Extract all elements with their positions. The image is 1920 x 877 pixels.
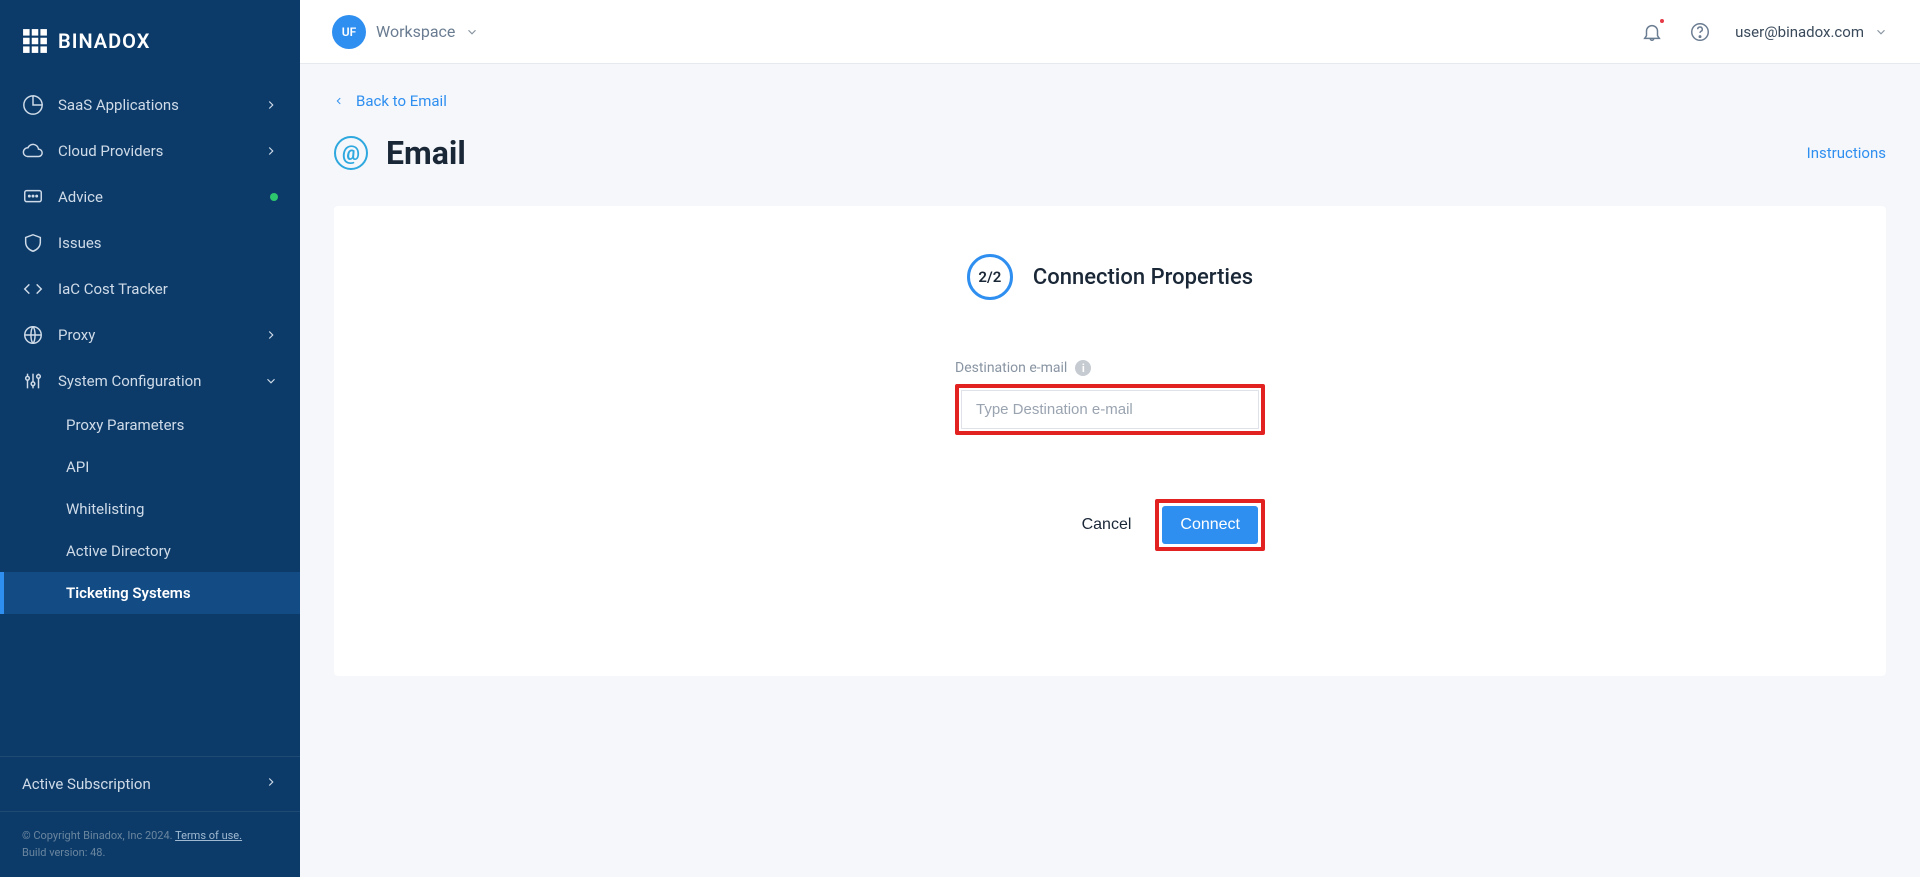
workspace-label: Workspace (376, 22, 455, 41)
sidebar-subitem-active-directory[interactable]: Active Directory (0, 530, 300, 572)
workspace-selector[interactable]: UF Workspace (332, 15, 479, 49)
chevron-down-icon (1874, 25, 1888, 39)
terms-of-use-link[interactable]: Terms of use. (175, 829, 242, 842)
step-header: 2/2 Connection Properties (374, 254, 1846, 300)
sliders-icon (22, 370, 44, 392)
chevron-down-icon (465, 25, 479, 39)
topbar-right: user@binadox.com (1639, 19, 1888, 45)
main: UF Workspace user@binadox.com (300, 0, 1920, 877)
button-highlight-annotation: Connect (1155, 499, 1265, 551)
user-email: user@binadox.com (1735, 23, 1864, 41)
page-header: @ Email Instructions (334, 134, 1886, 172)
brand-name: BINADOX (58, 29, 150, 53)
sidebar-item-label: IaC Cost Tracker (58, 280, 278, 298)
sidebar-item-proxy[interactable]: Proxy (0, 312, 300, 358)
brand-logo[interactable]: BINADOX (0, 0, 300, 82)
input-highlight-annotation (955, 384, 1265, 435)
form-actions: Cancel Connect (955, 499, 1265, 551)
brand-logo-icon (22, 28, 48, 54)
cloud-icon (22, 140, 44, 162)
sidebar-item-label: Issues (58, 234, 278, 252)
connection-form: Destination e-mail i Cancel Connect (955, 360, 1265, 551)
sidebar-item-system-configuration[interactable]: System Configuration (0, 358, 300, 404)
back-link-label: Back to Email (356, 92, 447, 110)
topbar: UF Workspace user@binadox.com (300, 0, 1920, 64)
field-label-text: Destination e-mail (955, 360, 1067, 376)
sidebar-subitem-api[interactable]: API (0, 446, 300, 488)
pie-chart-icon (22, 94, 44, 116)
chevron-right-icon (264, 328, 278, 342)
chevron-right-icon (264, 144, 278, 158)
sidebar-footer-copyright: © Copyright Binadox, Inc 2024. Terms of … (0, 812, 300, 877)
workspace-avatar: UF (332, 15, 366, 49)
sidebar-subitem-ticketing-systems[interactable]: Ticketing Systems (0, 572, 300, 614)
copyright-text: © Copyright Binadox, Inc 2024. (22, 829, 175, 842)
code-icon (22, 278, 44, 300)
chevron-right-icon (264, 98, 278, 112)
sidebar-item-active-subscription[interactable]: Active Subscription (0, 756, 300, 812)
sidebar-subitem-whitelisting[interactable]: Whitelisting (0, 488, 300, 530)
step-title: Connection Properties (1033, 265, 1253, 290)
sidebar-item-label: Proxy (58, 326, 250, 344)
info-icon[interactable]: i (1075, 360, 1091, 376)
step-indicator: 2/2 (967, 254, 1013, 300)
cancel-button[interactable]: Cancel (1076, 508, 1138, 542)
shield-icon (22, 232, 44, 254)
content: Back to Email @ Email Instructions 2/2 C… (300, 64, 1920, 877)
sidebar-item-label: Advice (58, 188, 250, 206)
form-card: 2/2 Connection Properties Destination e-… (334, 206, 1886, 676)
globe-icon (22, 324, 44, 346)
page-title: Email (386, 134, 466, 172)
help-button[interactable] (1687, 19, 1713, 45)
destination-email-label: Destination e-mail i (955, 360, 1265, 376)
build-version: Build version: 48. (22, 846, 105, 859)
status-dot-icon (270, 193, 278, 201)
sidebar-nav: SaaS Applications Cloud Providers Advice… (0, 82, 300, 738)
sidebar-item-saas-applications[interactable]: SaaS Applications (0, 82, 300, 128)
instructions-link[interactable]: Instructions (1807, 144, 1886, 162)
sidebar: BINADOX SaaS Applications Cloud Provider… (0, 0, 300, 877)
sidebar-item-label: System Configuration (58, 372, 250, 390)
sidebar-subitem-proxy-parameters[interactable]: Proxy Parameters (0, 404, 300, 446)
back-link[interactable]: Back to Email (334, 92, 447, 110)
connect-button[interactable]: Connect (1162, 506, 1258, 544)
sidebar-item-cloud-providers[interactable]: Cloud Providers (0, 128, 300, 174)
notifications-button[interactable] (1639, 19, 1665, 45)
sidebar-item-issues[interactable]: Issues (0, 220, 300, 266)
email-at-icon: @ (334, 136, 368, 170)
user-menu[interactable]: user@binadox.com (1735, 23, 1888, 41)
sidebar-item-advice[interactable]: Advice (0, 174, 300, 220)
chevron-right-icon (264, 775, 278, 793)
sidebar-item-label: Cloud Providers (58, 142, 250, 160)
destination-email-input[interactable] (961, 390, 1259, 429)
sidebar-item-label: SaaS Applications (58, 96, 250, 114)
notification-badge-icon (1658, 17, 1666, 25)
sidebar-item-iac-cost-tracker[interactable]: IaC Cost Tracker (0, 266, 300, 312)
sidebar-item-label: Active Subscription (22, 775, 151, 793)
message-icon (22, 186, 44, 208)
chevron-down-icon (264, 374, 278, 388)
